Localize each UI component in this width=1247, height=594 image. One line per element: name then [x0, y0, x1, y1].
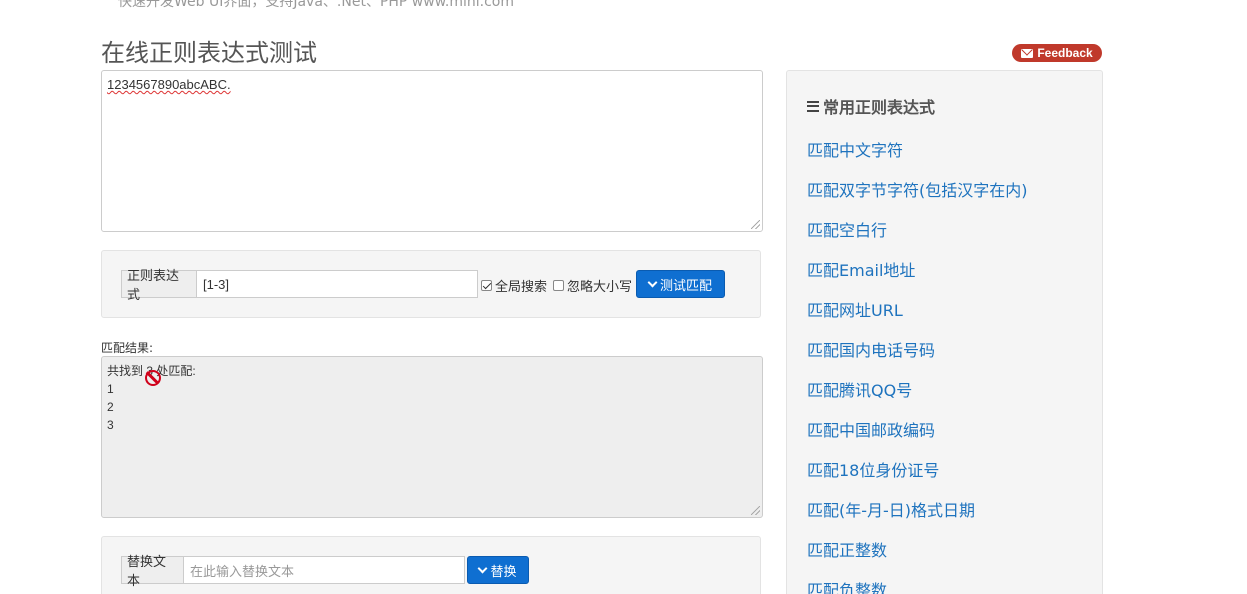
global-search-check-icon[interactable]	[481, 280, 492, 291]
feedback-label: Feedback	[1037, 46, 1093, 60]
ignore-case-label: 忽略大小写	[567, 279, 633, 294]
replace-label: 替换	[490, 563, 517, 579]
sidebar-link[interactable]: 匹配中文字符	[807, 137, 1028, 177]
sidebar-link[interactable]: 匹配双字节字符(包括汉字在内)	[807, 177, 1028, 217]
replace-input[interactable]: 在此输入替换文本	[183, 556, 465, 584]
match-item: 3	[107, 418, 114, 432]
sidebar-heading-label: 常用正则表达式	[823, 98, 936, 117]
sidebar-link[interactable]: 匹配18位身份证号	[807, 457, 1028, 497]
resize-handle-icon[interactable]	[751, 220, 760, 229]
replace-addon-label: 替换文本	[121, 554, 184, 588]
feedback-button[interactable]: Feedback	[1012, 44, 1102, 62]
chevron-down-icon	[647, 277, 658, 287]
match-item: 2	[107, 400, 114, 414]
result-text-area[interactable]: 共找到 3 处匹配: 1 2 3	[101, 356, 763, 518]
mail-icon	[1021, 48, 1034, 58]
sidebar-link[interactable]: 匹配网址URL	[807, 297, 1028, 337]
source-text-area[interactable]: 1234567890abcABC.	[101, 70, 763, 232]
sidebar-link[interactable]: 匹配Email地址	[807, 257, 1028, 297]
common-regex-sidebar: 常用正则表达式 匹配中文字符 匹配双字节字符(包括汉字在内) 匹配空白行 匹配E…	[786, 70, 1103, 594]
sidebar-link[interactable]: 匹配国内电话号码	[807, 337, 1028, 377]
top-banner-text: 快速开发Web UI界面，支持Java、.Net、PHP www.mini.co…	[118, 0, 514, 10]
global-search-checkbox[interactable]: 全局搜索	[481, 276, 547, 295]
chevron-down-icon	[478, 563, 488, 573]
regex-link-list: 匹配中文字符 匹配双字节字符(包括汉字在内) 匹配空白行 匹配Email地址 匹…	[807, 137, 1028, 594]
sidebar-link[interactable]: 匹配负整数	[807, 577, 1028, 594]
ignore-case-check-icon[interactable]	[553, 280, 564, 291]
sidebar-link[interactable]: 匹配腾讯QQ号	[807, 377, 1028, 417]
result-summary: 共找到 3 处匹配:	[107, 364, 196, 378]
page-title: 在线正则表达式测试	[101, 39, 317, 67]
regex-input[interactable]: [1-3]	[196, 270, 478, 298]
replace-button[interactable]: 替换	[467, 556, 529, 584]
sidebar-link[interactable]: 匹配正整数	[807, 537, 1028, 577]
list-icon	[807, 100, 819, 112]
regex-addon-label: 正则表达式	[121, 268, 197, 302]
test-match-button[interactable]: 测试匹配	[636, 270, 725, 298]
sidebar-link[interactable]: 匹配(年-月-日)格式日期	[807, 497, 1028, 537]
match-item: 1	[107, 382, 114, 396]
not-allowed-cursor-icon	[145, 370, 161, 386]
source-text: 1234567890abcABC.	[107, 77, 231, 92]
resize-handle-icon[interactable]	[751, 506, 760, 515]
sidebar-heading: 常用正则表达式	[807, 94, 935, 118]
global-search-label: 全局搜索	[495, 279, 548, 294]
ignore-case-checkbox[interactable]: 忽略大小写	[553, 276, 632, 295]
test-match-label: 测试匹配	[659, 277, 712, 293]
result-label: 匹配结果:	[101, 341, 154, 355]
sidebar-link[interactable]: 匹配中国邮政编码	[807, 417, 1028, 457]
sidebar-link[interactable]: 匹配空白行	[807, 217, 1028, 257]
